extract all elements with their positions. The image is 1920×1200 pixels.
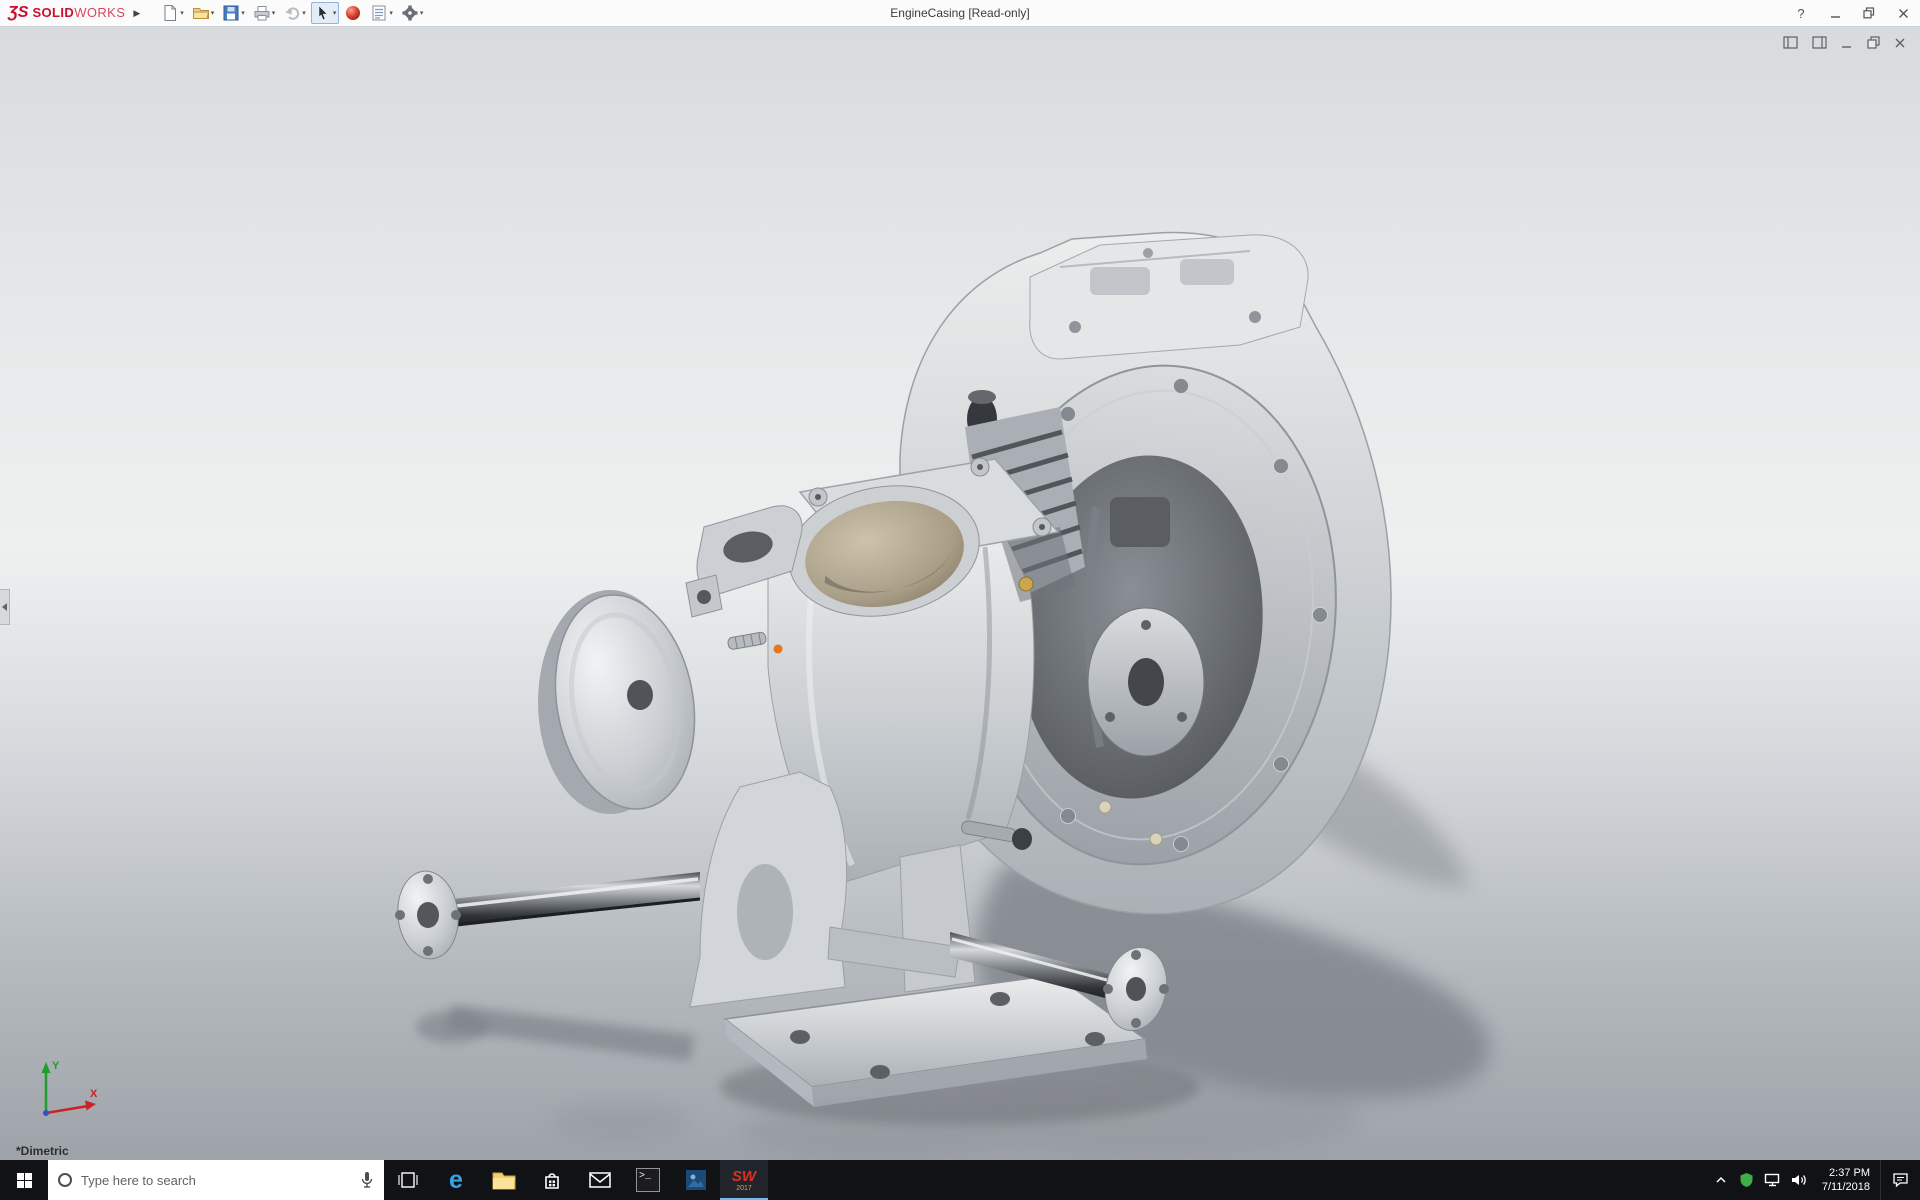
clock-date: 7/11/2018 xyxy=(1821,1181,1870,1193)
document-window-controls xyxy=(1783,36,1906,49)
close-icon xyxy=(1898,8,1908,18)
split-pane-left-button[interactable] xyxy=(1783,36,1798,49)
feature-panel-expand-tab[interactable] xyxy=(0,589,10,625)
appearance-sphere-icon xyxy=(346,6,361,20)
view-orientation-label: *Dimetric xyxy=(16,1144,69,1158)
tray-volume-button[interactable] xyxy=(1786,1160,1812,1200)
taskbar-app-store[interactable] xyxy=(528,1160,576,1200)
volume-icon xyxy=(1792,1175,1807,1185)
print-button[interactable]: ▾ xyxy=(250,2,279,24)
select-button[interactable]: ▾ xyxy=(310,2,340,24)
menu-expand-arrow-icon[interactable]: ▶ xyxy=(129,8,148,19)
file-explorer-icon xyxy=(492,1172,516,1190)
system-tray: 2:37 PM 7/11/2018 xyxy=(1708,1160,1920,1200)
doc-minimize-button[interactable] xyxy=(1841,37,1853,49)
ds-logo-icon: ƷS xyxy=(8,4,29,21)
appearance-button[interactable] xyxy=(341,2,365,24)
spring xyxy=(727,631,767,650)
doc-restore-button[interactable] xyxy=(1867,36,1880,49)
sheet-format-button[interactable]: ▾ xyxy=(367,2,396,24)
minimize-icon xyxy=(1830,15,1840,18)
taskbar-app-mail[interactable] xyxy=(576,1160,624,1200)
undo-button[interactable]: ▾ xyxy=(280,2,309,24)
taskbar-app-solidworks[interactable]: SW 2017 xyxy=(720,1160,768,1200)
brand-text-bold: SOLID xyxy=(32,5,75,20)
print-icon xyxy=(254,6,270,21)
taskbar-app-file-explorer[interactable] xyxy=(480,1160,528,1200)
titlebar: ƷS SOLID WORKS ▶ ▾ ▾ ▾ ▾ ▾ ▾ ▾ ▾ EngineC… xyxy=(0,0,1920,27)
model-canvas[interactable]: Y X xyxy=(0,27,1920,1160)
taskbar-app-edge[interactable]: e xyxy=(432,1160,480,1200)
start-button[interactable] xyxy=(0,1160,48,1200)
windows-logo-icon xyxy=(16,1172,32,1188)
new-document-button[interactable]: ▾ xyxy=(158,2,187,24)
dropdown-caret-icon[interactable]: ▾ xyxy=(241,9,245,17)
solidworks-app-icon: SW 2017 xyxy=(731,1167,757,1192)
window-controls: ? xyxy=(1784,0,1920,26)
graphics-viewport[interactable]: Y X *Dimetric xyxy=(0,27,1920,1160)
taskbar-clock[interactable]: 2:37 PM 7/11/2018 xyxy=(1812,1166,1880,1194)
dropdown-caret-icon[interactable]: ▾ xyxy=(420,9,424,17)
tray-expand-button[interactable] xyxy=(1708,1160,1734,1200)
action-center-button[interactable] xyxy=(1880,1160,1920,1200)
microphone-icon[interactable] xyxy=(360,1171,374,1189)
network-icon xyxy=(1765,1173,1780,1187)
minimize-button[interactable] xyxy=(1818,0,1852,26)
open-folder-icon xyxy=(192,8,209,19)
notification-icon xyxy=(1893,1173,1908,1188)
dropdown-caret-icon[interactable]: ▾ xyxy=(272,9,276,17)
restore-button[interactable] xyxy=(1852,0,1886,26)
screen: ƷS SOLID WORKS ▶ ▾ ▾ ▾ ▾ ▾ ▾ ▾ ▾ EngineC… xyxy=(0,0,1920,1200)
tray-security-button[interactable] xyxy=(1734,1160,1760,1200)
chevron-left-icon xyxy=(2,603,7,611)
close-button[interactable] xyxy=(1886,0,1920,26)
settings-gear-icon xyxy=(402,5,418,21)
help-button[interactable]: ? xyxy=(1784,0,1818,26)
quick-access-toolbar: ▾ ▾ ▾ ▾ ▾ ▾ ▾ ▾ xyxy=(158,2,426,24)
windows-taskbar: e >_ xyxy=(0,1160,1920,1200)
window-title: EngineCasing [Read-only] xyxy=(890,6,1030,20)
tray-network-button[interactable] xyxy=(1760,1160,1786,1200)
undo-arrow-icon xyxy=(285,7,300,20)
clock-time: 2:37 PM xyxy=(1829,1167,1870,1179)
photos-icon xyxy=(686,1170,706,1190)
open-button[interactable]: ▾ xyxy=(189,2,218,24)
cortana-circle-icon xyxy=(58,1173,72,1187)
taskbar-search[interactable] xyxy=(48,1160,384,1200)
taskbar-app-photos[interactable] xyxy=(672,1160,720,1200)
dropdown-caret-icon[interactable]: ▾ xyxy=(180,9,184,17)
restore-icon xyxy=(1863,7,1875,19)
orientation-triad: Y X xyxy=(41,1060,98,1116)
solidworks-logo: ƷS SOLID WORKS xyxy=(0,4,129,22)
new-document-icon xyxy=(164,5,177,21)
brand-text-light: WORKS xyxy=(74,5,126,20)
search-input[interactable] xyxy=(81,1172,351,1188)
options-button[interactable]: ▾ xyxy=(398,2,427,24)
taskbar-app-command-prompt[interactable]: >_ xyxy=(624,1160,672,1200)
sheet-format-icon xyxy=(372,5,386,21)
dropdown-caret-icon[interactable]: ▾ xyxy=(333,9,337,17)
dropdown-caret-icon[interactable]: ▾ xyxy=(389,9,393,17)
left-shaft xyxy=(395,870,701,960)
split-pane-right-button[interactable] xyxy=(1812,36,1827,49)
edge-icon: e xyxy=(449,1165,463,1194)
doc-close-button[interactable] xyxy=(1894,37,1906,49)
mail-envelope-icon xyxy=(589,1172,611,1188)
save-button[interactable]: ▾ xyxy=(219,2,248,24)
save-floppy-icon xyxy=(223,5,239,21)
chevron-up-icon xyxy=(1716,1176,1726,1183)
dropdown-caret-icon[interactable]: ▾ xyxy=(211,9,215,17)
task-view-button[interactable] xyxy=(384,1160,432,1200)
select-cursor-icon xyxy=(318,5,328,21)
store-bag-icon xyxy=(545,1173,559,1189)
selection-marker xyxy=(773,644,783,654)
task-view-icon xyxy=(398,1172,418,1188)
left-disc xyxy=(538,590,696,814)
triad-y-label: Y xyxy=(52,1060,60,1072)
command-prompt-icon: >_ xyxy=(636,1168,660,1192)
triad-x-label: X xyxy=(90,1088,98,1100)
shield-icon xyxy=(1740,1173,1753,1187)
dropdown-caret-icon[interactable]: ▾ xyxy=(302,9,306,17)
